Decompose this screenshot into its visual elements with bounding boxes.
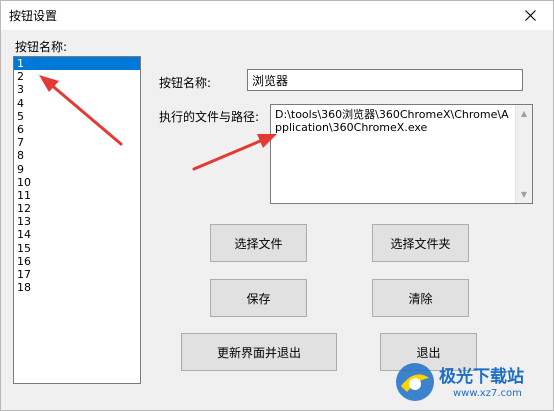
watermark-logo-icon <box>396 363 434 401</box>
arrow-to-path-icon <box>192 134 277 171</box>
watermark-name: 极光下载站 <box>439 367 524 387</box>
annotation-arrows <box>39 75 277 171</box>
dialog-window: 按钮设置 按钮名称: 1 2 3 4 5 6 7 8 9 10 11 12 13 14 15 16 17 18 按… <box>0 0 554 411</box>
watermark: 极光下载站 www.xz7.com <box>391 356 553 410</box>
watermark-url: www.xz7.com <box>453 388 522 399</box>
arrow-to-list-icon <box>39 75 123 146</box>
